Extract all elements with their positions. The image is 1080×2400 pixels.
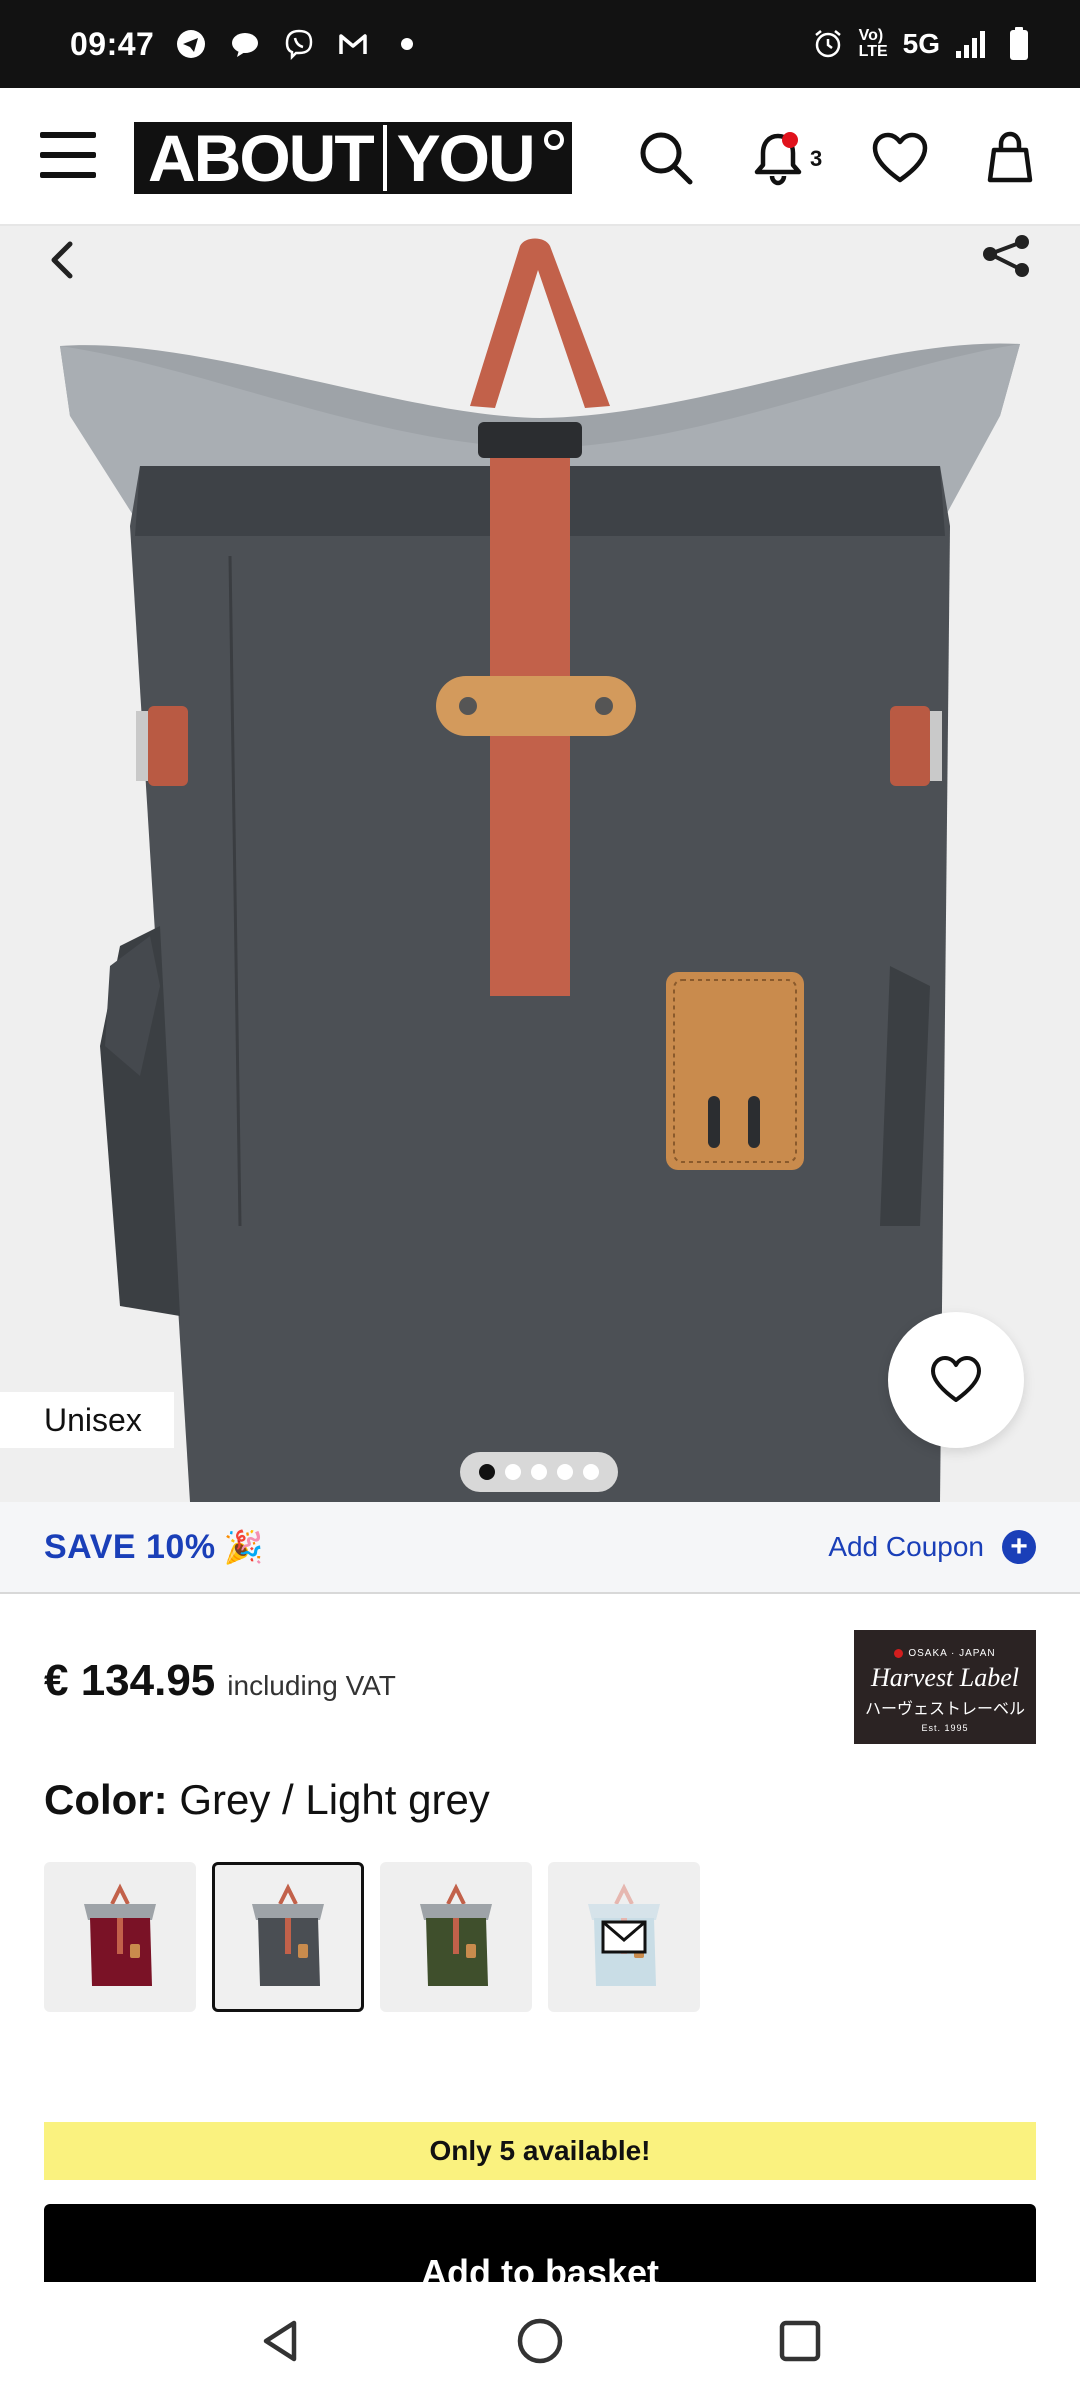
viber-icon [282,27,316,61]
nav-recents-icon[interactable] [770,2311,830,2371]
bag-icon[interactable] [978,126,1042,190]
signal-icon [954,27,988,61]
add-to-basket-button[interactable]: Add to basket [44,2204,1036,2284]
availability-banner: Only 5 available! [44,2122,1036,2180]
brand-logo[interactable]: OSAKA · JAPAN Harvest Label ハーヴェストレーベル E… [854,1630,1036,1744]
product-gallery[interactable]: Unisex [0,226,1080,1502]
network-label: Vo) LTE [858,27,888,60]
price-row: € 134.95 including VAT [44,1656,396,1706]
pagination-dot[interactable] [505,1464,521,1480]
share-icon[interactable] [976,232,1036,292]
color-value: Grey / Light grey [179,1776,490,1823]
brand-red-dot [894,1649,904,1658]
app-header: ABOUT YOU 3 [0,88,1080,226]
plus-icon: + [1002,1530,1036,1564]
gallery-pagination[interactable] [460,1452,618,1492]
add-coupon-button[interactable]: Add Coupon + [828,1530,1036,1564]
swatch-green[interactable] [380,1862,532,2012]
add-to-basket-label: Add to basket [420,2252,660,2284]
vat-label: including VAT [227,1670,396,1701]
brand-origin: OSAKA · JAPAN [854,1648,1036,1659]
logo-dot [543,130,564,150]
back-chevron-icon[interactable] [40,236,88,284]
swatch-backpack-thumb [252,1883,324,1986]
pagination-dot[interactable] [531,1464,547,1480]
unisex-badge: Unisex [0,1392,174,1448]
logo-text-left: ABOUT [148,121,375,195]
color-swatches [44,1862,700,2012]
logo-separator [382,125,387,191]
status-bar-right: Vo) LTE 5G [811,27,1036,61]
pagination-dot[interactable] [583,1464,599,1480]
pagination-dot[interactable] [479,1464,495,1480]
swatch-burgundy[interactable] [44,1862,196,2012]
status-bar: 09:47 Vo) LTE 5G [0,0,1080,88]
status-time: 09:47 [70,25,155,62]
brand-est: Est. 1995 [921,1723,969,1733]
swatch-backpack-thumb [420,1883,492,1986]
brand-origin-text: OSAKA · JAPAN [908,1648,996,1659]
save-text: SAVE 10% [44,1527,216,1566]
promo-bar: SAVE 10% 🎉 Add Coupon + [0,1502,1080,1594]
party-icon: 🎉 [223,1528,264,1565]
alarm-icon [811,27,845,61]
swatch-backpack-thumb [84,1883,156,1986]
wishlist-heart-icon [931,1356,981,1402]
nav-home-icon[interactable] [510,2311,570,2371]
backpack-image [0,226,1080,1502]
brand-name: Harvest Label [870,1663,1020,1692]
bell-icon[interactable] [746,126,810,190]
network-type: 5G [902,28,940,59]
menu-icon[interactable] [40,132,96,182]
logo-text-right: YOU [396,121,536,195]
nav-back-icon[interactable] [250,2311,310,2371]
color-label-key: Color: [44,1776,168,1823]
pagination-dot[interactable] [557,1464,573,1480]
telegram-icon [174,27,208,61]
wishlist-button[interactable] [888,1312,1024,1448]
gmail-icon [336,27,370,61]
notification-count: 3 [810,146,823,171]
dot-icon [390,27,424,61]
about-you-logo[interactable]: ABOUT YOU [134,122,572,194]
battery-icon [1002,27,1036,61]
swatch-light-blue[interactable] [548,1862,700,2012]
color-label: Color: Grey / Light grey [44,1776,490,1824]
heart-icon[interactable] [868,126,932,190]
brand-japanese: ハーヴェストレーベル [864,1701,1025,1718]
add-coupon-label: Add Coupon [828,1531,984,1562]
chat-icon [228,27,262,61]
system-nav-bar [0,2282,1080,2400]
search-icon[interactable] [634,126,698,190]
price: € 134.95 [44,1656,216,1705]
status-bar-left: 09:47 [70,26,424,63]
swatch-grey[interactable] [212,1862,364,2012]
mail-icon [601,1920,647,1954]
save-label: SAVE 10% 🎉 [44,1528,263,1567]
